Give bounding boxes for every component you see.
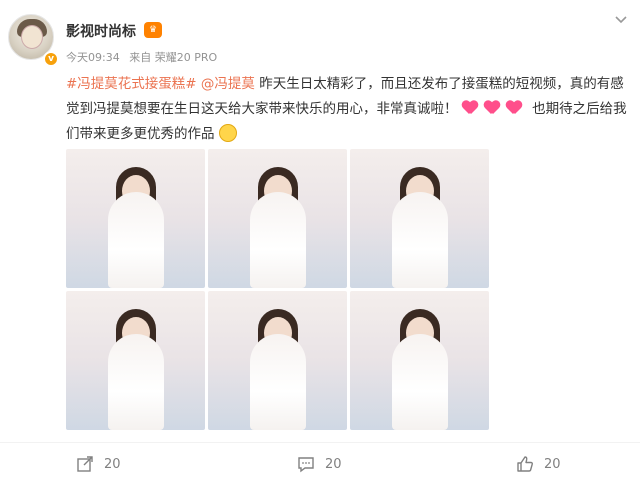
repost-count: 20 <box>104 456 121 472</box>
photo-dress <box>249 192 306 288</box>
avatar-face <box>21 25 43 49</box>
comment-count: 20 <box>325 456 342 472</box>
like-count: 20 <box>544 456 561 472</box>
photo-dress <box>391 192 448 288</box>
photo-6[interactable] <box>350 291 489 430</box>
post-text: #冯提莫花式接蛋糕# @冯提莫 昨天生日太精彩了，而且还发布了接蛋糕的短视频，真… <box>66 72 632 147</box>
heart-emoji-icon <box>506 101 522 115</box>
photo-1[interactable] <box>66 149 205 288</box>
heart-emoji-icon <box>484 101 500 115</box>
heart-emoji-icon <box>462 101 478 115</box>
repost-button[interactable]: 20 <box>76 455 121 473</box>
photo-3[interactable] <box>350 149 489 288</box>
post-meta: 今天09:34 来自 荣耀20 PRO <box>66 49 223 65</box>
share-arrow-icon <box>77 456 93 472</box>
cheer-emoji-icon <box>218 124 237 142</box>
photo-4[interactable] <box>66 291 205 430</box>
weibo-post: v 影视时尚标 ♛ 今天09:34 来自 荣耀20 PRO #冯提莫花式接蛋糕#… <box>0 0 640 483</box>
photo-dress <box>391 334 448 430</box>
mention-link[interactable]: @冯提莫 <box>201 76 255 92</box>
post-source: 来自 荣耀20 PRO <box>129 51 218 64</box>
thumbs-up-icon <box>517 456 533 472</box>
vip-badge-icon: ♛ <box>144 22 162 38</box>
action-bar: 20 20 20 <box>0 442 640 483</box>
photo-dress <box>249 334 306 430</box>
chevron-down-icon[interactable] <box>612 12 630 30</box>
comment-bubble-icon <box>298 457 314 473</box>
comment-button[interactable]: 20 <box>297 455 342 473</box>
verified-badge-icon: v <box>43 51 59 67</box>
photo-5[interactable] <box>208 291 347 430</box>
hashtag-link[interactable]: #冯提莫花式接蛋糕# <box>66 76 197 92</box>
user-name[interactable]: 影视时尚标 <box>66 21 136 41</box>
photo-2[interactable] <box>208 149 347 288</box>
photo-dress <box>107 192 164 288</box>
photo-dress <box>107 334 164 430</box>
like-button[interactable]: 20 <box>516 455 561 473</box>
post-time[interactable]: 今天09:34 <box>66 51 120 64</box>
